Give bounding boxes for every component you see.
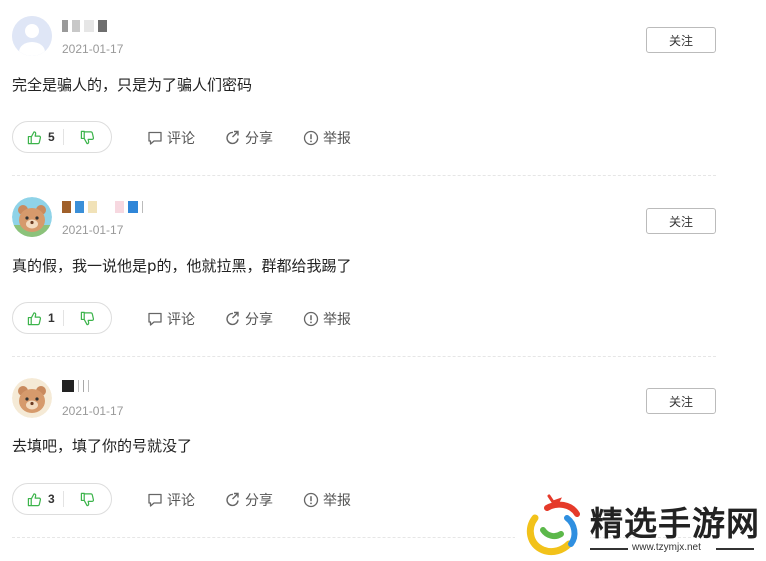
comment-text: 真的假，我一说他是p的，他就拉黑，群都给我踢了 [12, 257, 352, 275]
share-action[interactable]: 分享 [225, 128, 273, 148]
watermark-url: www.tzymjx.net [632, 542, 701, 553]
avatar[interactable] [12, 197, 52, 237]
avatar[interactable] [12, 16, 52, 56]
like-count: 1 [48, 311, 55, 325]
comment-item: 2021-01-17 关注 完全是骗人的，只是为了骗人们密码 5 评论 分享 举… [0, 0, 730, 176]
report-icon [303, 311, 319, 327]
dislike-button[interactable] [64, 122, 111, 152]
thumbs-up-icon [27, 130, 42, 144]
report-label: 举报 [323, 312, 351, 328]
thumbs-up-icon [27, 492, 42, 506]
comment-label: 评论 [167, 312, 195, 328]
share-icon [226, 492, 239, 507]
share-label: 分享 [245, 493, 273, 509]
comment-divider [12, 175, 716, 176]
report-label: 举报 [323, 493, 351, 509]
follow-button[interactable]: 关注 [646, 27, 716, 53]
report-icon [303, 130, 319, 146]
vote-pill: 3 [12, 483, 112, 515]
like-button[interactable]: 5 [13, 122, 63, 152]
comment-label: 评论 [167, 493, 195, 509]
username[interactable] [62, 20, 107, 32]
username[interactable] [62, 201, 143, 213]
report-action[interactable]: 举报 [303, 490, 351, 510]
username[interactable] [62, 380, 89, 392]
comment-text: 去填吧，填了你的号就没了 [12, 437, 193, 455]
comment-text: 完全是骗人的，只是为了骗人们密码 [12, 76, 253, 94]
comment-date: 2021-01-17 [62, 223, 124, 237]
report-action[interactable]: 举报 [303, 128, 351, 148]
watermark-line-left [590, 548, 628, 550]
comment-date: 2021-01-17 [62, 42, 124, 56]
comment-divider [12, 356, 716, 357]
dislike-button[interactable] [64, 303, 111, 333]
vote-pill: 5 [12, 121, 112, 153]
report-label: 举报 [323, 131, 351, 147]
share-label: 分享 [245, 312, 273, 328]
share-icon [226, 311, 239, 326]
dislike-button[interactable] [64, 484, 111, 514]
report-action[interactable]: 举报 [303, 309, 351, 329]
thumbs-up-icon [27, 311, 42, 325]
share-icon [226, 130, 239, 145]
vote-pill: 1 [12, 302, 112, 334]
follow-button[interactable]: 关注 [646, 208, 716, 234]
like-count: 5 [48, 130, 55, 144]
watermark-title: 精选手游网 [590, 504, 760, 543]
avatar[interactable] [12, 378, 52, 418]
share-action[interactable]: 分享 [225, 309, 273, 329]
like-count: 3 [48, 492, 55, 506]
watermark-line-right [716, 548, 754, 550]
report-icon [303, 492, 319, 508]
comment-icon [148, 131, 162, 145]
thumbs-down-icon [80, 311, 94, 325]
comment-date: 2021-01-17 [62, 404, 124, 418]
comment-action[interactable]: 评论 [147, 309, 195, 329]
like-button[interactable]: 3 [13, 484, 63, 514]
comment-label: 评论 [167, 131, 195, 147]
share-action[interactable]: 分享 [225, 490, 273, 510]
comment-action[interactable]: 评论 [147, 128, 195, 148]
thumbs-down-icon [80, 492, 94, 506]
comment-action[interactable]: 评论 [147, 490, 195, 510]
comment-icon [148, 493, 162, 507]
comment-item: 2021-01-17 关注 真的假，我一说他是p的，他就拉黑，群都给我踢了 1 … [0, 181, 730, 357]
share-label: 分享 [245, 131, 273, 147]
follow-button[interactable]: 关注 [646, 388, 716, 414]
thumbs-down-icon [80, 130, 94, 144]
comment-icon [148, 312, 162, 326]
like-button[interactable]: 1 [13, 303, 63, 333]
